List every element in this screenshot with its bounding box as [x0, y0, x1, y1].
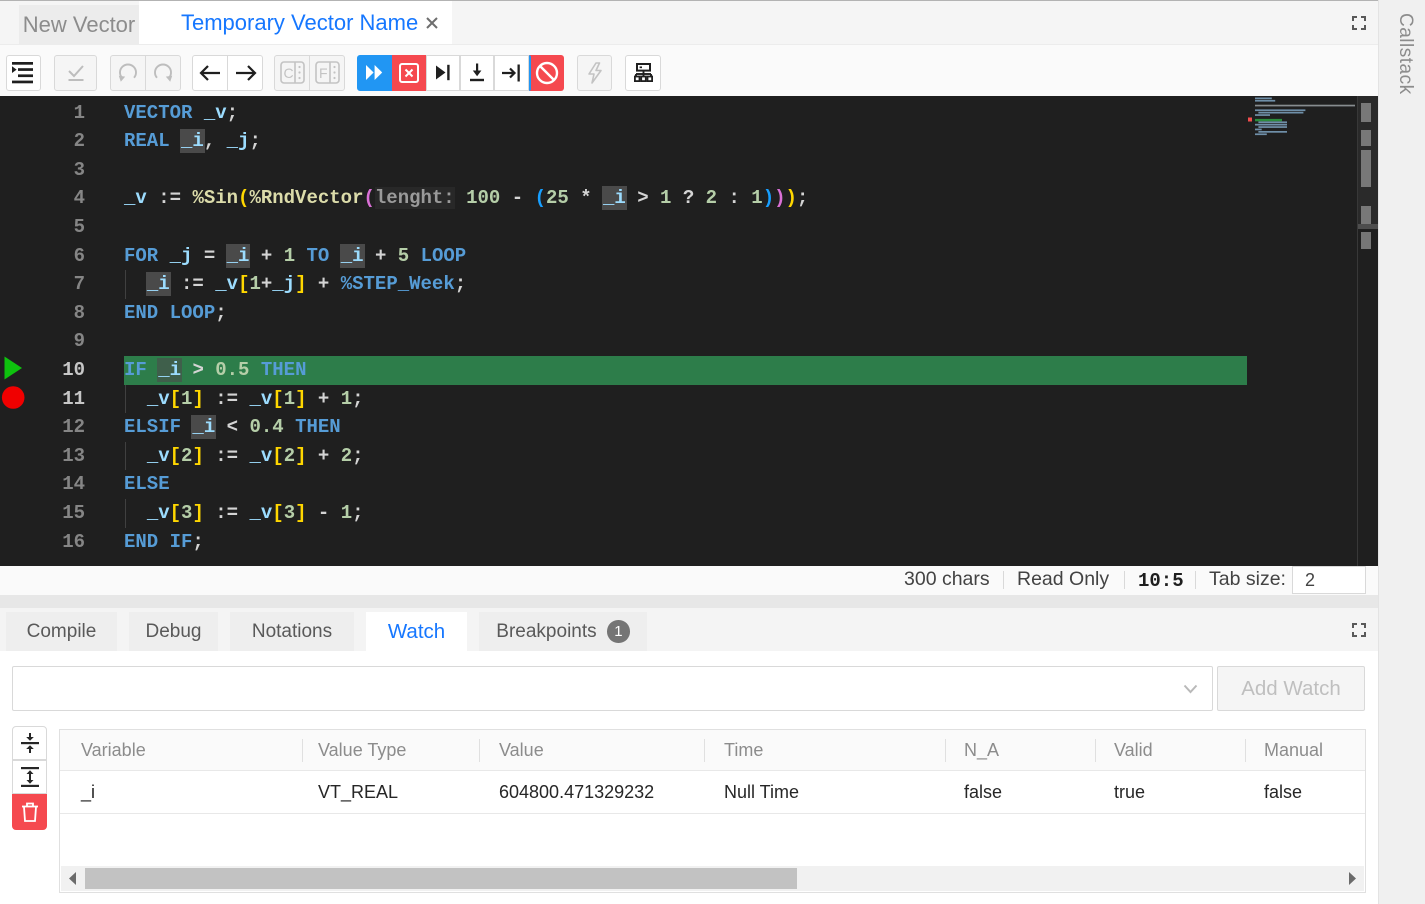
svg-text:F: F [319, 65, 328, 81]
svg-text:C: C [283, 65, 293, 81]
